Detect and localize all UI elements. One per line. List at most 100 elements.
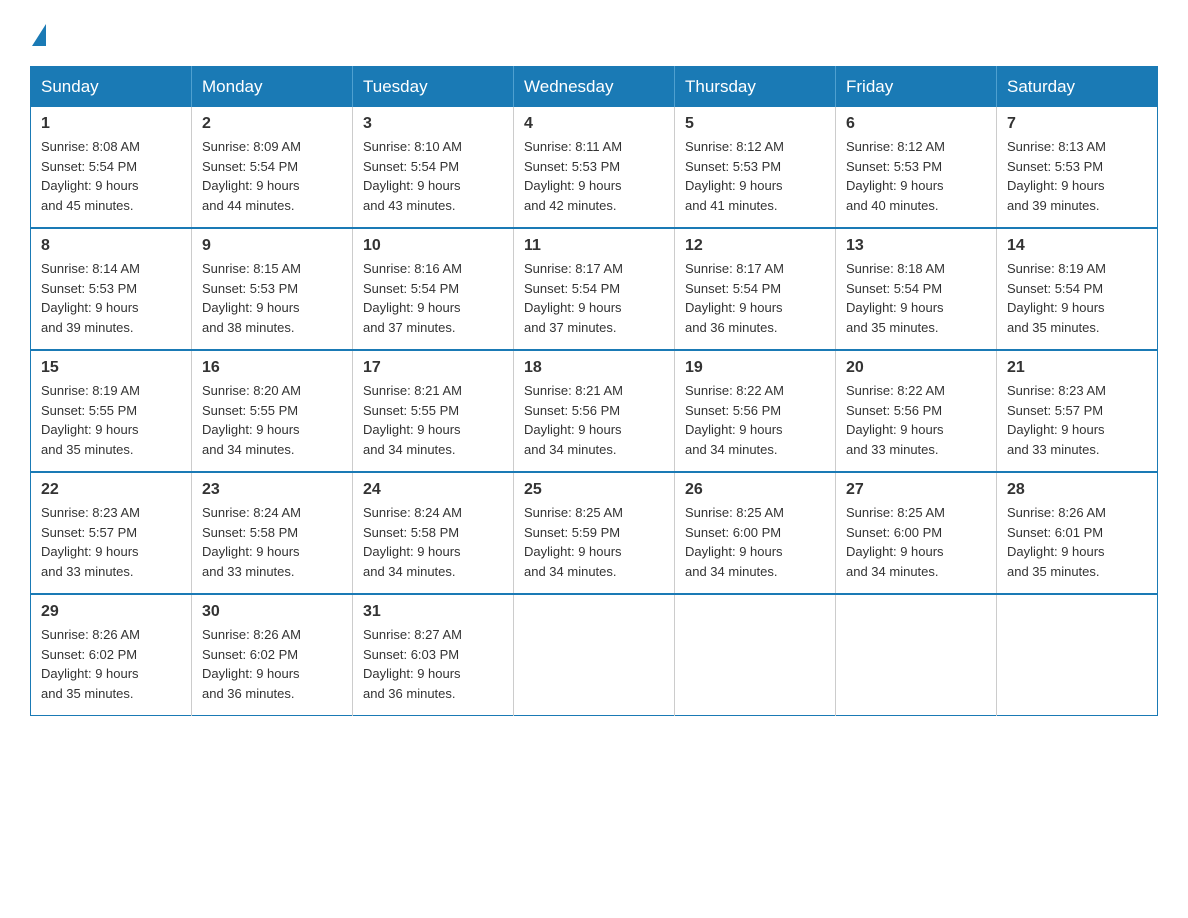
day-info: Sunrise: 8:24 AMSunset: 5:58 PMDaylight:… [202, 505, 301, 579]
calendar-cell: 30 Sunrise: 8:26 AMSunset: 6:02 PMDaylig… [192, 594, 353, 716]
calendar-cell: 3 Sunrise: 8:10 AMSunset: 5:54 PMDayligh… [353, 107, 514, 228]
logo-triangle-icon [32, 24, 46, 46]
calendar-cell [836, 594, 997, 716]
day-info: Sunrise: 8:15 AMSunset: 5:53 PMDaylight:… [202, 261, 301, 335]
day-number: 18 [524, 359, 664, 377]
day-number: 23 [202, 481, 342, 499]
header-wednesday: Wednesday [514, 67, 675, 108]
header-sunday: Sunday [31, 67, 192, 108]
day-number: 21 [1007, 359, 1147, 377]
calendar-cell: 7 Sunrise: 8:13 AMSunset: 5:53 PMDayligh… [997, 107, 1158, 228]
calendar-cell: 2 Sunrise: 8:09 AMSunset: 5:54 PMDayligh… [192, 107, 353, 228]
day-info: Sunrise: 8:11 AMSunset: 5:53 PMDaylight:… [524, 139, 622, 213]
calendar-cell: 19 Sunrise: 8:22 AMSunset: 5:56 PMDaylig… [675, 350, 836, 472]
calendar-cell: 29 Sunrise: 8:26 AMSunset: 6:02 PMDaylig… [31, 594, 192, 716]
day-info: Sunrise: 8:09 AMSunset: 5:54 PMDaylight:… [202, 139, 301, 213]
calendar-cell [514, 594, 675, 716]
calendar-cell: 23 Sunrise: 8:24 AMSunset: 5:58 PMDaylig… [192, 472, 353, 594]
calendar-cell: 4 Sunrise: 8:11 AMSunset: 5:53 PMDayligh… [514, 107, 675, 228]
calendar-week-row: 8 Sunrise: 8:14 AMSunset: 5:53 PMDayligh… [31, 228, 1158, 350]
day-info: Sunrise: 8:19 AMSunset: 5:54 PMDaylight:… [1007, 261, 1106, 335]
day-number: 16 [202, 359, 342, 377]
calendar-cell: 1 Sunrise: 8:08 AMSunset: 5:54 PMDayligh… [31, 107, 192, 228]
day-info: Sunrise: 8:26 AMSunset: 6:02 PMDaylight:… [202, 627, 301, 701]
day-number: 1 [41, 115, 181, 133]
day-info: Sunrise: 8:22 AMSunset: 5:56 PMDaylight:… [846, 383, 945, 457]
calendar-cell: 17 Sunrise: 8:21 AMSunset: 5:55 PMDaylig… [353, 350, 514, 472]
day-info: Sunrise: 8:24 AMSunset: 5:58 PMDaylight:… [363, 505, 462, 579]
day-info: Sunrise: 8:23 AMSunset: 5:57 PMDaylight:… [41, 505, 140, 579]
day-number: 27 [846, 481, 986, 499]
calendar-cell: 27 Sunrise: 8:25 AMSunset: 6:00 PMDaylig… [836, 472, 997, 594]
calendar-cell: 5 Sunrise: 8:12 AMSunset: 5:53 PMDayligh… [675, 107, 836, 228]
day-info: Sunrise: 8:16 AMSunset: 5:54 PMDaylight:… [363, 261, 462, 335]
day-number: 12 [685, 237, 825, 255]
day-info: Sunrise: 8:12 AMSunset: 5:53 PMDaylight:… [685, 139, 784, 213]
day-number: 20 [846, 359, 986, 377]
day-number: 3 [363, 115, 503, 133]
day-number: 24 [363, 481, 503, 499]
calendar-cell: 20 Sunrise: 8:22 AMSunset: 5:56 PMDaylig… [836, 350, 997, 472]
day-info: Sunrise: 8:26 AMSunset: 6:02 PMDaylight:… [41, 627, 140, 701]
day-number: 26 [685, 481, 825, 499]
day-number: 7 [1007, 115, 1147, 133]
day-number: 15 [41, 359, 181, 377]
day-number: 6 [846, 115, 986, 133]
day-info: Sunrise: 8:19 AMSunset: 5:55 PMDaylight:… [41, 383, 140, 457]
day-info: Sunrise: 8:21 AMSunset: 5:55 PMDaylight:… [363, 383, 462, 457]
calendar-cell: 6 Sunrise: 8:12 AMSunset: 5:53 PMDayligh… [836, 107, 997, 228]
day-info: Sunrise: 8:27 AMSunset: 6:03 PMDaylight:… [363, 627, 462, 701]
day-number: 22 [41, 481, 181, 499]
calendar-cell: 25 Sunrise: 8:25 AMSunset: 5:59 PMDaylig… [514, 472, 675, 594]
calendar-cell: 14 Sunrise: 8:19 AMSunset: 5:54 PMDaylig… [997, 228, 1158, 350]
day-info: Sunrise: 8:25 AMSunset: 6:00 PMDaylight:… [685, 505, 784, 579]
day-info: Sunrise: 8:25 AMSunset: 5:59 PMDaylight:… [524, 505, 623, 579]
day-number: 30 [202, 603, 342, 621]
calendar-week-row: 22 Sunrise: 8:23 AMSunset: 5:57 PMDaylig… [31, 472, 1158, 594]
calendar-table: SundayMondayTuesdayWednesdayThursdayFrid… [30, 66, 1158, 716]
day-info: Sunrise: 8:21 AMSunset: 5:56 PMDaylight:… [524, 383, 623, 457]
day-number: 4 [524, 115, 664, 133]
day-number: 2 [202, 115, 342, 133]
day-number: 5 [685, 115, 825, 133]
day-info: Sunrise: 8:23 AMSunset: 5:57 PMDaylight:… [1007, 383, 1106, 457]
day-number: 11 [524, 237, 664, 255]
day-number: 13 [846, 237, 986, 255]
calendar-cell: 22 Sunrise: 8:23 AMSunset: 5:57 PMDaylig… [31, 472, 192, 594]
day-info: Sunrise: 8:14 AMSunset: 5:53 PMDaylight:… [41, 261, 140, 335]
day-info: Sunrise: 8:10 AMSunset: 5:54 PMDaylight:… [363, 139, 462, 213]
day-info: Sunrise: 8:17 AMSunset: 5:54 PMDaylight:… [524, 261, 623, 335]
day-number: 19 [685, 359, 825, 377]
day-info: Sunrise: 8:18 AMSunset: 5:54 PMDaylight:… [846, 261, 945, 335]
calendar-cell: 9 Sunrise: 8:15 AMSunset: 5:53 PMDayligh… [192, 228, 353, 350]
calendar-week-row: 15 Sunrise: 8:19 AMSunset: 5:55 PMDaylig… [31, 350, 1158, 472]
header-thursday: Thursday [675, 67, 836, 108]
day-info: Sunrise: 8:12 AMSunset: 5:53 PMDaylight:… [846, 139, 945, 213]
header-monday: Monday [192, 67, 353, 108]
header-tuesday: Tuesday [353, 67, 514, 108]
calendar-cell: 24 Sunrise: 8:24 AMSunset: 5:58 PMDaylig… [353, 472, 514, 594]
day-number: 29 [41, 603, 181, 621]
calendar-cell: 31 Sunrise: 8:27 AMSunset: 6:03 PMDaylig… [353, 594, 514, 716]
day-number: 28 [1007, 481, 1147, 499]
calendar-cell: 16 Sunrise: 8:20 AMSunset: 5:55 PMDaylig… [192, 350, 353, 472]
calendar-cell: 10 Sunrise: 8:16 AMSunset: 5:54 PMDaylig… [353, 228, 514, 350]
calendar-cell: 26 Sunrise: 8:25 AMSunset: 6:00 PMDaylig… [675, 472, 836, 594]
day-info: Sunrise: 8:25 AMSunset: 6:00 PMDaylight:… [846, 505, 945, 579]
day-info: Sunrise: 8:22 AMSunset: 5:56 PMDaylight:… [685, 383, 784, 457]
day-number: 9 [202, 237, 342, 255]
day-info: Sunrise: 8:20 AMSunset: 5:55 PMDaylight:… [202, 383, 301, 457]
calendar-week-row: 1 Sunrise: 8:08 AMSunset: 5:54 PMDayligh… [31, 107, 1158, 228]
calendar-cell: 21 Sunrise: 8:23 AMSunset: 5:57 PMDaylig… [997, 350, 1158, 472]
calendar-cell [997, 594, 1158, 716]
calendar-cell: 13 Sunrise: 8:18 AMSunset: 5:54 PMDaylig… [836, 228, 997, 350]
calendar-header-row: SundayMondayTuesdayWednesdayThursdayFrid… [31, 67, 1158, 108]
calendar-cell: 18 Sunrise: 8:21 AMSunset: 5:56 PMDaylig… [514, 350, 675, 472]
page-header [30, 20, 1158, 46]
calendar-cell: 8 Sunrise: 8:14 AMSunset: 5:53 PMDayligh… [31, 228, 192, 350]
day-number: 25 [524, 481, 664, 499]
calendar-cell [675, 594, 836, 716]
day-number: 10 [363, 237, 503, 255]
calendar-cell: 11 Sunrise: 8:17 AMSunset: 5:54 PMDaylig… [514, 228, 675, 350]
day-number: 8 [41, 237, 181, 255]
